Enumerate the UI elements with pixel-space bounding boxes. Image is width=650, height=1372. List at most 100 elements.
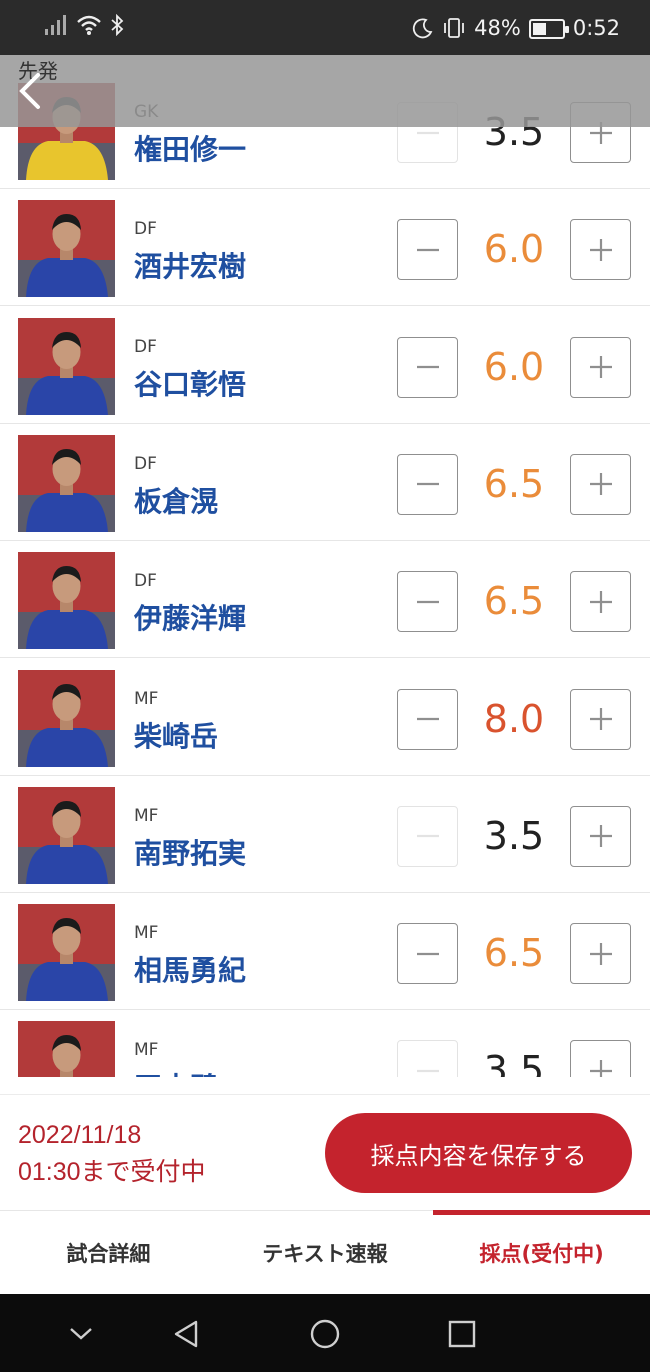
back-button[interactable] — [10, 69, 50, 113]
chevron-left-icon — [19, 73, 40, 109]
signal-icon — [45, 15, 66, 35]
nav-home-button[interactable] — [305, 1314, 345, 1354]
player-position: DF — [134, 453, 157, 474]
status-bar: 48% 0:52 — [0, 0, 650, 55]
player-position: DF — [134, 571, 157, 592]
plus-icon — [589, 825, 612, 848]
header: 先発 — [0, 55, 650, 127]
player-photo-image — [18, 1021, 115, 1077]
minus-icon — [416, 717, 439, 721]
plus-icon — [589, 590, 612, 613]
increase-score-button[interactable] — [570, 336, 631, 398]
increase-score-button[interactable] — [570, 805, 631, 867]
wifi-icon — [77, 15, 101, 35]
increase-score-button[interactable] — [570, 688, 631, 750]
battery-icon — [528, 19, 569, 39]
player-position: MF — [134, 1040, 159, 1061]
player-name[interactable]: 伊藤洋輝 — [134, 597, 246, 637]
player-photo-image — [18, 200, 115, 298]
minus-icon — [416, 600, 439, 603]
square-recents-icon — [448, 1320, 476, 1348]
plus-icon — [589, 942, 612, 965]
deadline-text: 01:30まで受付中 — [18, 1158, 206, 1186]
player-name[interactable]: 板倉滉 — [134, 480, 218, 520]
decrease-score-button[interactable] — [397, 1040, 458, 1077]
moon-icon — [413, 18, 433, 39]
decrease-score-button[interactable] — [397, 923, 458, 985]
player-row: DF 谷口彰悟 6.0 — [0, 307, 650, 424]
player-position: MF — [134, 805, 159, 826]
player-list: GK権田修一3.5DF酒井宏樹6.0DF谷口彰悟6.0DF板倉滉6.5DF伊藤洋… — [0, 55, 650, 1077]
player-position: MF — [134, 923, 159, 944]
player-photo — [18, 786, 115, 884]
player-score: 3.5 — [483, 1048, 545, 1077]
save-button[interactable]: 採点内容を保存する — [325, 1113, 632, 1193]
decrease-score-button[interactable] — [397, 219, 458, 281]
player-name[interactable]: 柴崎岳 — [134, 715, 218, 755]
player-name[interactable]: 谷口彰悟 — [134, 363, 246, 403]
player-row: MF 相馬勇紀 6.5 — [0, 893, 650, 1011]
player-row: DF 板倉滉 6.5 — [0, 424, 650, 541]
increase-score-button[interactable] — [570, 923, 631, 985]
tab-bar: 試合詳細 テキスト速報 採点(受付中) — [0, 1210, 650, 1294]
increase-score-button[interactable] — [570, 453, 631, 515]
triangle-back-icon — [174, 1320, 198, 1348]
nav-hide-button[interactable] — [61, 1314, 101, 1354]
player-name[interactable]: 田中碧 — [134, 1066, 218, 1077]
increase-score-button[interactable] — [570, 1040, 631, 1077]
decrease-score-button[interactable] — [397, 805, 458, 867]
player-photo — [18, 317, 115, 415]
battery-percent: 48% — [474, 16, 521, 40]
player-position: DF — [134, 336, 157, 357]
player-row: MF 柴崎岳 8.0 — [0, 659, 650, 776]
player-name[interactable]: 相馬勇紀 — [134, 949, 246, 989]
player-score: 3.5 — [483, 813, 545, 858]
minus-icon — [416, 1069, 439, 1072]
player-photo — [18, 200, 115, 298]
player-score: 6.5 — [483, 461, 545, 506]
minus-icon — [416, 248, 439, 251]
system-nav-bar — [0, 1294, 650, 1372]
decrease-score-button[interactable] — [397, 453, 458, 515]
tab-match-details[interactable]: 試合詳細 — [0, 1211, 217, 1295]
deadline-info: 2022/11/18 01:30まで受付中 — [18, 1117, 206, 1191]
player-position: MF — [134, 688, 159, 709]
increase-score-button[interactable] — [570, 571, 631, 633]
clock: 0:52 — [572, 16, 620, 40]
player-photo — [18, 669, 115, 767]
player-photo-image — [18, 904, 115, 1002]
player-score: 6.0 — [483, 344, 545, 389]
player-name[interactable]: 酒井宏樹 — [134, 245, 246, 285]
plus-icon — [589, 473, 612, 496]
nav-back-button[interactable] — [166, 1314, 206, 1354]
tab-text-updates[interactable]: テキスト速報 — [217, 1211, 434, 1295]
minus-icon — [416, 835, 439, 838]
player-photo-image — [18, 552, 115, 650]
status-right: 48% 0:52 — [412, 14, 620, 42]
player-name[interactable]: 南野拓実 — [134, 832, 246, 872]
minus-icon — [416, 365, 439, 369]
decrease-score-button[interactable] — [397, 571, 458, 633]
vibrate-icon — [444, 18, 465, 38]
increase-score-button[interactable] — [570, 219, 631, 281]
battery-fill — [532, 23, 546, 35]
content: 先発 GK権田修一3.5DF酒井宏樹6.0DF谷口彰悟6.0DF板倉滉6.5DF… — [0, 55, 650, 1294]
player-photo-image — [18, 669, 115, 767]
minus-icon — [416, 952, 439, 955]
player-score: 6.5 — [483, 931, 545, 976]
player-score: 6.5 — [483, 579, 545, 624]
minus-icon — [416, 483, 439, 486]
player-name[interactable]: 権田修一 — [134, 128, 246, 168]
player-photo-image — [18, 317, 115, 415]
player-row: DF 伊藤洋輝 6.5 — [0, 541, 650, 659]
player-photo-image — [18, 786, 115, 884]
player-photo-image — [18, 434, 115, 532]
save-panel: 2022/11/18 01:30まで受付中 採点内容を保存する — [0, 1094, 650, 1210]
nav-recents-button[interactable] — [442, 1314, 482, 1354]
player-photo — [18, 904, 115, 1002]
player-row: DF 酒井宏樹 6.0 — [0, 189, 650, 307]
decrease-score-button[interactable] — [397, 336, 458, 398]
status-left — [44, 14, 124, 36]
decrease-score-button[interactable] — [397, 688, 458, 750]
tab-rating[interactable]: 採点(受付中) — [433, 1210, 650, 1295]
